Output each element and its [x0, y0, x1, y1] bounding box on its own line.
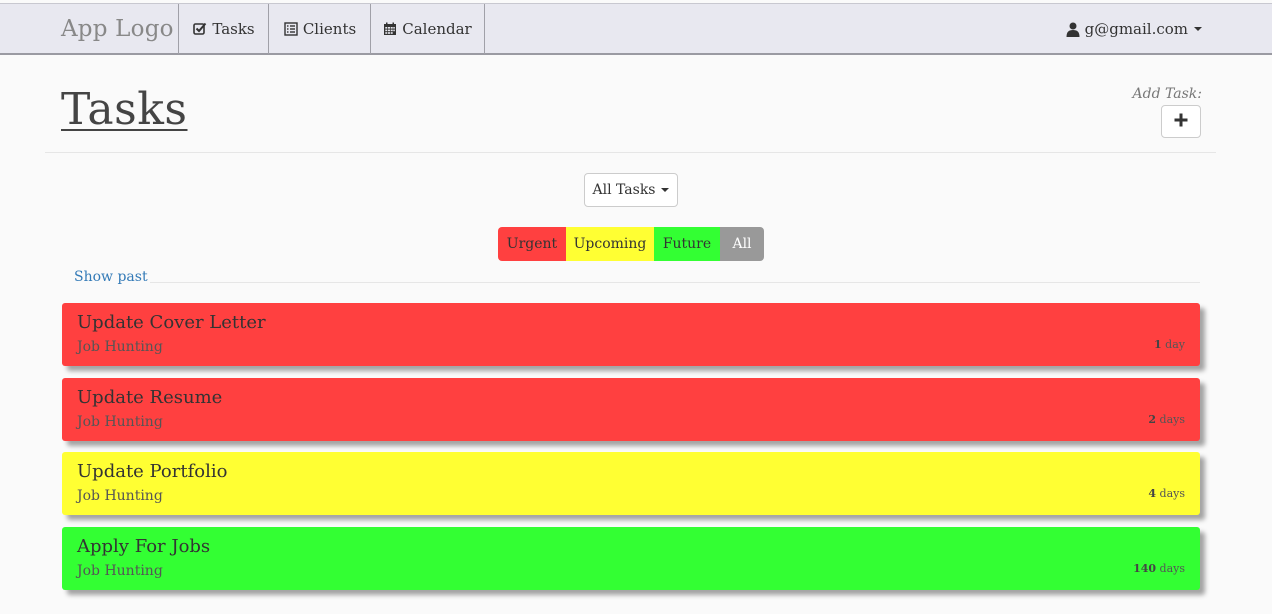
- page-title: Tasks: [61, 84, 188, 135]
- task-due-number: 140: [1133, 561, 1157, 575]
- task-due-number: 2: [1148, 412, 1157, 426]
- nav-tasks[interactable]: Tasks: [178, 4, 269, 54]
- task-filter-selected: All Tasks: [592, 182, 656, 198]
- task-list: Update Cover Letter Job Hunting 1 day Up…: [62, 303, 1200, 601]
- task-title: Apply For Jobs: [77, 535, 211, 557]
- future-filter-button[interactable]: Future: [654, 227, 720, 261]
- task-due-unit: days: [1159, 412, 1185, 426]
- task-title: Update Portfolio: [77, 461, 228, 482]
- show-past-link[interactable]: Show past: [74, 269, 148, 285]
- nav-calendar-label: Calendar: [402, 20, 472, 38]
- task-title: Update Cover Letter: [77, 312, 266, 333]
- show-past-divider: [150, 282, 1200, 283]
- navbar: App Logo Tasks Clients Calendar g@gmail.…: [0, 3, 1272, 55]
- task-due: 1 day: [1154, 338, 1185, 351]
- add-task-label: Add Task:: [1132, 86, 1202, 102]
- task-category: Job Hunting: [77, 488, 163, 504]
- user-menu[interactable]: g@gmail.com: [1066, 4, 1202, 54]
- task-category: Job Hunting: [77, 413, 163, 430]
- urgency-filter-group: Urgent Upcoming Future All: [498, 227, 764, 261]
- task-due: 4 days: [1148, 487, 1185, 500]
- task-due: 140 days: [1133, 562, 1185, 575]
- header-divider: [45, 152, 1216, 153]
- task-due: 2 days: [1148, 413, 1185, 426]
- task-title: Update Resume: [77, 386, 223, 408]
- nav-calendar[interactable]: Calendar: [370, 4, 485, 54]
- chevron-down-icon: [1194, 27, 1202, 31]
- user-icon: [1066, 22, 1080, 37]
- nav-clients[interactable]: Clients: [268, 4, 371, 54]
- upcoming-filter-button[interactable]: Upcoming: [566, 227, 654, 261]
- task-card[interactable]: Update Resume Job Hunting 2 days: [62, 377, 1200, 441]
- nav-tasks-label: Tasks: [212, 20, 255, 38]
- app-logo[interactable]: App Logo: [61, 16, 174, 42]
- task-filter-dropdown[interactable]: All Tasks: [584, 173, 678, 207]
- plus-icon: [1174, 113, 1188, 130]
- task-category: Job Hunting: [77, 562, 163, 579]
- chevron-down-icon: [661, 188, 670, 192]
- list-icon: [284, 22, 298, 36]
- task-category: Job Hunting: [77, 339, 163, 355]
- task-due-number: 4: [1148, 487, 1157, 500]
- task-due-unit: days: [1159, 561, 1185, 575]
- task-card[interactable]: Apply For Jobs Job Hunting 140 days: [62, 526, 1200, 590]
- nav-clients-label: Clients: [302, 20, 357, 38]
- check-square-icon: [193, 22, 207, 36]
- add-task-button[interactable]: [1161, 105, 1201, 138]
- calendar-icon: [383, 22, 397, 36]
- task-due-number: 1: [1154, 338, 1162, 351]
- all-filter-button[interactable]: All: [720, 227, 764, 261]
- urgent-filter-button[interactable]: Urgent: [498, 227, 566, 261]
- user-email: g@gmail.com: [1084, 20, 1188, 38]
- task-due-unit: day: [1165, 338, 1185, 351]
- task-due-unit: days: [1159, 487, 1185, 500]
- task-card[interactable]: Update Portfolio Job Hunting 4 days: [62, 452, 1200, 515]
- task-card[interactable]: Update Cover Letter Job Hunting 1 day: [62, 303, 1200, 366]
